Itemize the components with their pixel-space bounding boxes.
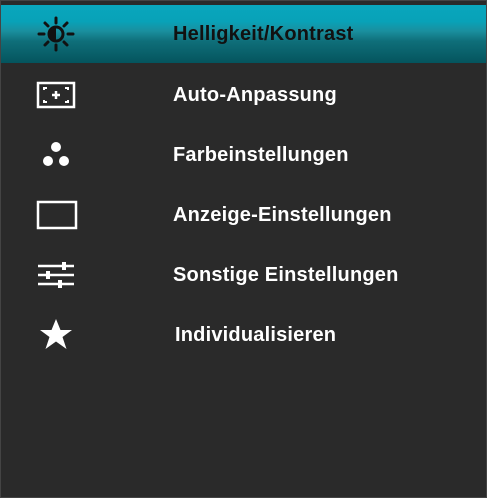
sliders-icon xyxy=(32,257,80,293)
brightness-contrast-icon xyxy=(32,16,80,52)
menu-item-label: Sonstige Einstellungen xyxy=(173,263,399,286)
menu-item-other-settings[interactable]: Sonstige Einstellungen xyxy=(1,245,486,305)
auto-adjust-icon xyxy=(32,77,80,113)
menu-item-auto-adjust[interactable]: Auto-Anpassung xyxy=(1,65,486,125)
menu-item-label: Individualisieren xyxy=(175,323,337,346)
menu-item-brightness-contrast[interactable]: Helligkeit/Kontrast xyxy=(1,5,486,63)
menu-item-color-settings[interactable]: Farbeinstellungen xyxy=(1,125,486,185)
display-rectangle-icon xyxy=(32,197,80,233)
menu-item-label: Anzeige-Einstellungen xyxy=(173,203,392,226)
color-dots-icon xyxy=(32,137,80,173)
menu-item-display-settings[interactable]: Anzeige-Einstellungen xyxy=(1,185,486,245)
menu-item-label: Farbeinstellungen xyxy=(173,143,349,166)
osd-menu-panel: Helligkeit/Kontrast Auto-Anpassung Farbe… xyxy=(0,0,487,498)
menu-item-label: Auto-Anpassung xyxy=(173,83,337,106)
menu-item-label: Helligkeit/Kontrast xyxy=(173,23,354,45)
star-icon xyxy=(32,317,80,353)
main-menu: Helligkeit/Kontrast Auto-Anpassung Farbe… xyxy=(1,5,486,365)
menu-item-personalize[interactable]: Individualisieren xyxy=(1,305,486,365)
